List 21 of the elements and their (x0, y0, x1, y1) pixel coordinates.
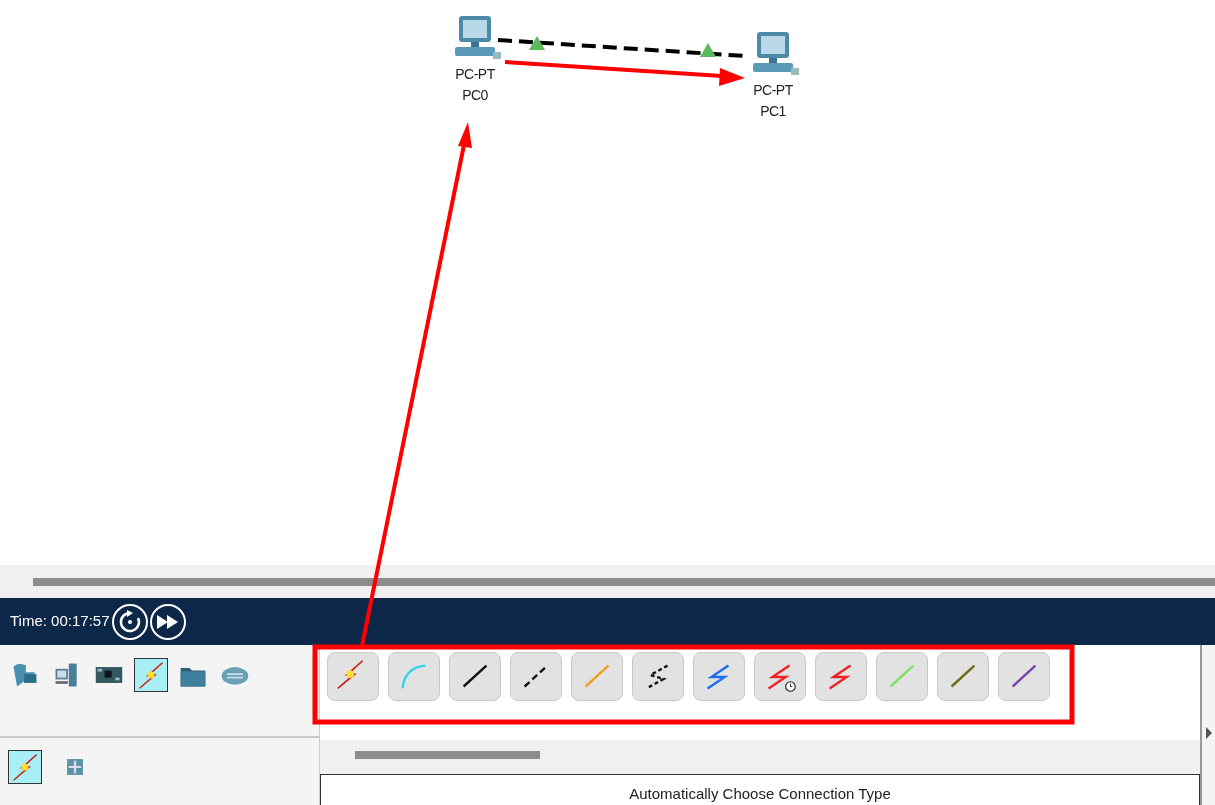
expand-arrow-icon[interactable] (1206, 727, 1212, 739)
scroll-bar[interactable] (33, 578, 1215, 586)
reset-button[interactable] (111, 603, 148, 640)
scroll-bar[interactable] (355, 750, 540, 759)
link-light-icon (529, 36, 545, 50)
link-light-icon (700, 43, 716, 57)
cable-button[interactable] (632, 652, 684, 701)
cable-button[interactable] (449, 652, 501, 701)
category-button[interactable] (134, 658, 168, 692)
connection-description: Automatically Choose Connection Type (629, 784, 891, 802)
fast-forward-icon (156, 614, 179, 629)
device-name: PC1 (760, 102, 786, 121)
device-name: PC0 (462, 86, 488, 105)
fast-forward-button[interactable] (149, 603, 186, 640)
device-model: PC-PT (753, 81, 793, 100)
reset-icon (117, 609, 142, 634)
time-label: Time: 00:17:57 (10, 611, 110, 632)
lightning-icon (136, 660, 166, 690)
subcategory-button[interactable] (8, 750, 42, 784)
device-model: PC-PT (455, 65, 495, 84)
lightning-icon (10, 752, 40, 782)
